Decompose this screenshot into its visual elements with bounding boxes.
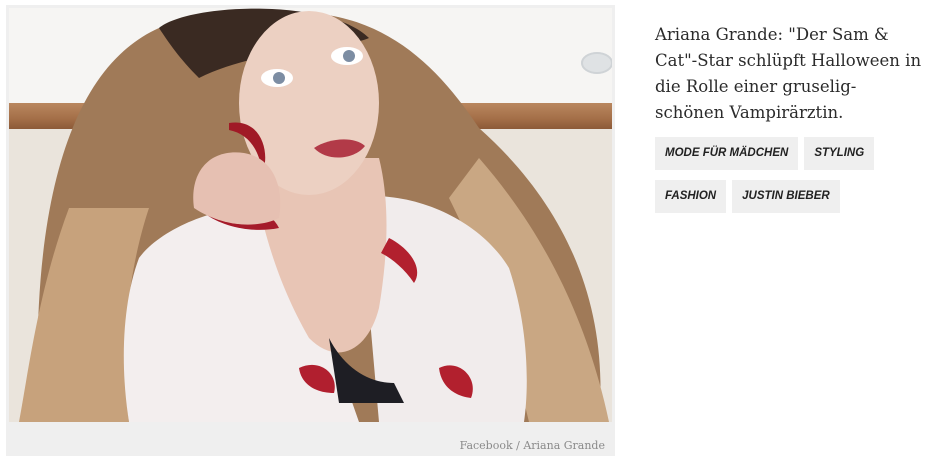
tag-mode-fuer-maedchen[interactable]: Mode für Mädchen — [655, 137, 799, 170]
photo-subject-illustration — [19, 8, 609, 422]
tag-fashion[interactable]: Fashion — [655, 180, 727, 213]
article-title: Ariana Grande: "Der Sam & Cat"-Star schl… — [655, 25, 922, 122]
tag-list: Mode für Mädchen Styling Fashion Justin Bi… — [655, 137, 925, 223]
article-image-frame: Facebook / Ariana Grande — [6, 5, 615, 456]
image-credit: Facebook / Ariana Grande — [459, 439, 605, 452]
tag-justin-bieber[interactable]: Justin Bieber — [732, 180, 840, 213]
tag-styling[interactable]: Styling — [804, 137, 875, 170]
article-photo[interactable] — [9, 8, 612, 422]
